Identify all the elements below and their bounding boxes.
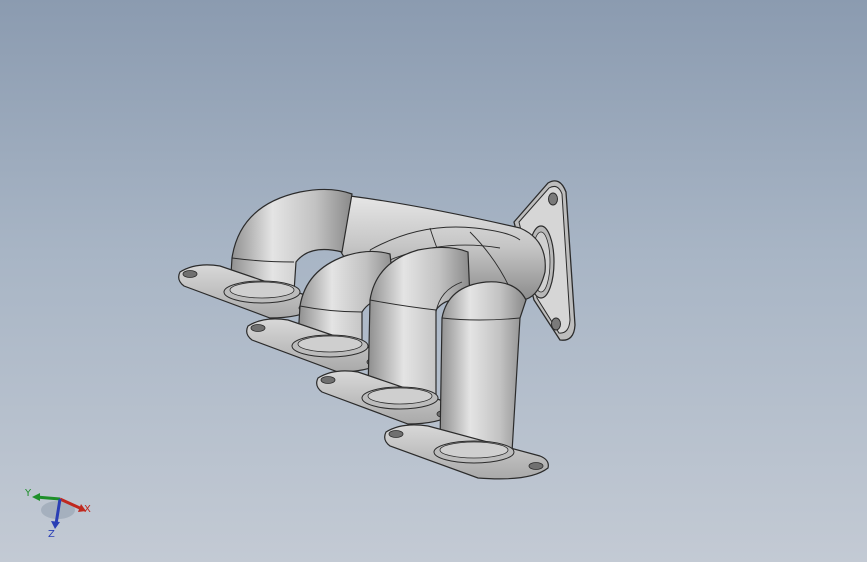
bolt-hole-icon: [551, 317, 561, 331]
bolt-hole-icon: [250, 324, 266, 332]
graphics-viewport[interactable]: Y X Z: [0, 0, 867, 562]
runner-4: [435, 281, 527, 453]
bolt-hole-icon: [528, 462, 544, 470]
bolt-hole-icon: [388, 430, 404, 438]
x-axis-label: X: [84, 504, 91, 515]
y-axis-label: Y: [25, 488, 32, 499]
bolt-hole-icon: [182, 270, 198, 278]
z-axis-label: Z: [48, 529, 55, 540]
bolt-hole-icon: [548, 192, 558, 206]
exhaust-manifold-model[interactable]: [0, 0, 867, 562]
orientation-triad[interactable]: Y X Z: [18, 484, 98, 544]
bolt-hole-icon: [320, 376, 336, 384]
